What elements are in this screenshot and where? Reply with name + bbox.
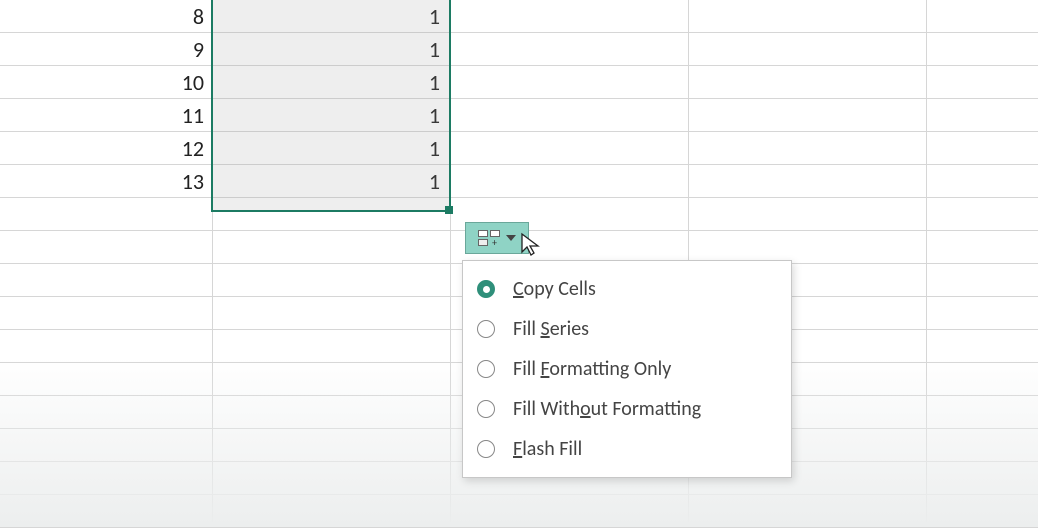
autofill-options-menu: Copy Cells Fill Series Fill Formatting O… bbox=[462, 260, 792, 478]
menu-item-fill-series[interactable]: Fill Series bbox=[463, 309, 791, 349]
menu-item-label: Fill Formatting Only bbox=[513, 357, 671, 381]
cell[interactable]: 1 bbox=[212, 66, 450, 99]
cell[interactable]: 1 bbox=[212, 33, 450, 66]
menu-item-label: Fill Without Formatting bbox=[513, 397, 701, 421]
chevron-down-icon bbox=[506, 235, 516, 241]
row-header[interactable]: 10 bbox=[0, 66, 212, 99]
menu-item-fill-without-formatting[interactable]: Fill Without Formatting bbox=[463, 389, 791, 429]
menu-item-fill-formatting-only[interactable]: Fill Formatting Only bbox=[463, 349, 791, 389]
menu-item-label: Fill Series bbox=[513, 317, 589, 341]
cell[interactable]: 1 bbox=[212, 132, 450, 165]
cell[interactable]: 1 bbox=[212, 0, 450, 33]
cell[interactable]: 1 bbox=[212, 165, 450, 198]
menu-item-label: Flash Fill bbox=[513, 437, 582, 461]
radio-icon bbox=[477, 440, 495, 458]
row-header[interactable]: 9 bbox=[0, 33, 212, 66]
row-header[interactable]: 13 bbox=[0, 165, 212, 198]
menu-item-flash-fill[interactable]: Flash Fill bbox=[463, 429, 791, 469]
menu-item-copy-cells[interactable]: Copy Cells bbox=[463, 269, 791, 309]
menu-item-label: Copy Cells bbox=[513, 277, 596, 301]
radio-icon bbox=[477, 360, 495, 378]
autofill-options-button[interactable]: + bbox=[465, 222, 529, 254]
row-header[interactable]: 11 bbox=[0, 99, 212, 132]
radio-icon bbox=[477, 320, 495, 338]
row-header[interactable]: 12 bbox=[0, 132, 212, 165]
cell[interactable]: 1 bbox=[212, 99, 450, 132]
row-header[interactable]: 8 bbox=[0, 0, 212, 33]
radio-selected-icon bbox=[477, 280, 495, 298]
radio-icon bbox=[477, 400, 495, 418]
autofill-icon: + bbox=[478, 230, 500, 246]
